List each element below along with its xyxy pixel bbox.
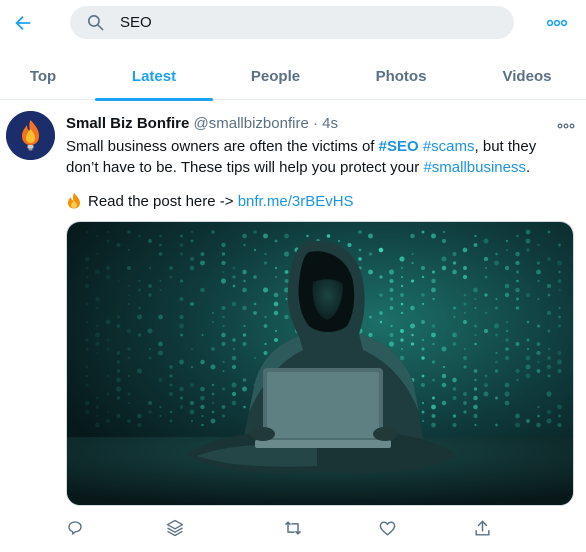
- hooded-figure-laptop-image: [67, 222, 573, 505]
- like-icon: [379, 520, 395, 536]
- hashtag-smallbusiness[interactable]: #smallbusiness: [423, 159, 526, 176]
- author-handle[interactable]: @smallbizbonfire: [194, 115, 309, 132]
- reply-icon: [68, 521, 82, 535]
- tab-top[interactable]: Top: [0, 52, 86, 100]
- tweet-timestamp[interactable]: 4s: [322, 115, 338, 132]
- reply-button[interactable]: [64, 517, 86, 539]
- separator-dot: ·: [312, 115, 318, 132]
- bonfire-logo-icon: [6, 111, 55, 160]
- tab-videos[interactable]: Videos: [468, 52, 586, 100]
- tweet-actions: [66, 517, 496, 541]
- retweet-button[interactable]: [282, 517, 304, 539]
- search-input[interactable]: SEO: [70, 6, 514, 39]
- post-link[interactable]: bnfr.me/3rBEvHS: [238, 193, 354, 210]
- read-post-line: Read the post here -> bnfr.me/3rBEvHS: [66, 191, 354, 212]
- stack-icon: [166, 519, 184, 537]
- hashtag-scams[interactable]: #scams: [423, 138, 475, 155]
- caret-icon: [557, 123, 575, 129]
- tab-photos[interactable]: Photos: [342, 52, 460, 100]
- like-button[interactable]: [376, 517, 398, 539]
- tweet-header: Small Biz Bonfire @smallbizbonfire · 4s: [66, 115, 338, 132]
- search-tabs: Top Latest People Photos Videos: [0, 52, 586, 101]
- tweet-text: Small business owners are often the vict…: [66, 136, 571, 178]
- hashtag-seo[interactable]: #SEO: [379, 138, 419, 155]
- text-part1: Small business owners are often the vict…: [66, 138, 379, 155]
- back-button[interactable]: [8, 8, 38, 38]
- tab-latest[interactable]: Latest: [95, 52, 213, 100]
- tweet-menu-button[interactable]: [556, 117, 576, 129]
- text-part3: .: [525, 159, 531, 176]
- more-icon: [546, 19, 568, 27]
- avatar[interactable]: [6, 111, 55, 160]
- header: SEO: [0, 0, 586, 46]
- author-name[interactable]: Small Biz Bonfire: [66, 115, 189, 132]
- retweet-icon: [284, 521, 302, 535]
- fire-emoji-icon: [68, 193, 80, 209]
- tweet[interactable]: Small Biz Bonfire @smallbizbonfire · 4s …: [0, 101, 586, 552]
- search-icon: [87, 14, 104, 31]
- stack-button[interactable]: [164, 517, 186, 539]
- search-value: SEO: [120, 14, 152, 31]
- back-arrow-icon: [15, 15, 31, 31]
- tab-people[interactable]: People: [218, 52, 333, 100]
- tweet-media-image[interactable]: [66, 221, 574, 506]
- share-icon: [474, 520, 490, 536]
- share-button[interactable]: [471, 517, 493, 539]
- read-post-label: Read the post here ->: [88, 193, 234, 210]
- more-button[interactable]: [545, 14, 569, 32]
